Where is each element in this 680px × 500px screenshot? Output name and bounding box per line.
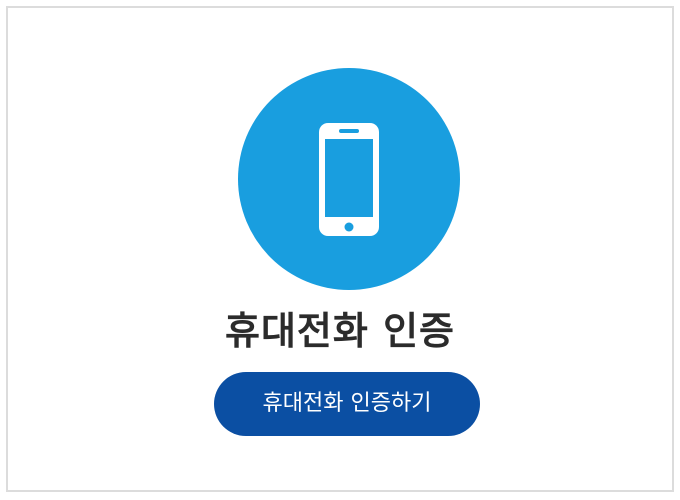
smartphone-icon [319,123,379,236]
page-title: 휴대전화 인증 [225,309,455,353]
phone-auth-button[interactable]: 휴대전화 인증하기 [214,372,480,436]
phone-icon-circle [238,68,460,290]
